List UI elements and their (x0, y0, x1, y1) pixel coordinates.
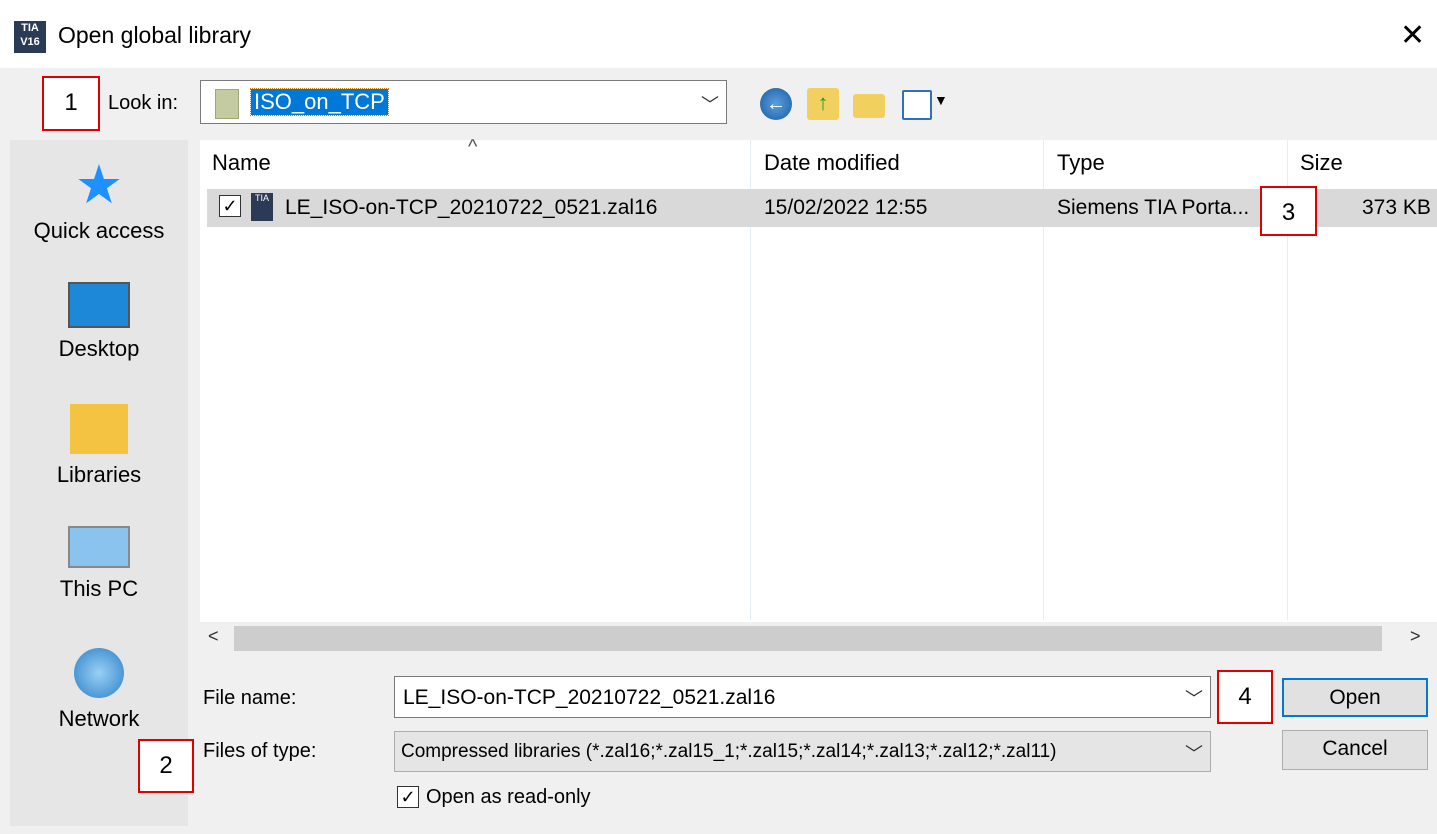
place-label: Network (58, 706, 140, 731)
files-of-type-label: Files of type: (203, 740, 317, 762)
computer-icon (68, 526, 130, 568)
column-header-type[interactable]: Type (1057, 150, 1105, 176)
libraries-icon (70, 404, 128, 454)
chevron-down-icon[interactable]: ﹀ (1185, 740, 1203, 766)
new-folder-icon[interactable] (853, 94, 885, 118)
place-this-pc[interactable]: This PC (10, 526, 188, 602)
desktop-icon (68, 282, 130, 328)
close-icon[interactable]: ✕ (1400, 18, 1425, 53)
file-name: LE_ISO-on-TCP_20210722_0521.zal16 (285, 196, 658, 219)
place-label: Desktop (58, 336, 140, 361)
file-name-value: LE_ISO-on-TCP_20210722_0521.zal16 (403, 686, 776, 709)
annotation-4: 4 (1217, 670, 1273, 724)
place-desktop[interactable]: Desktop (10, 282, 188, 362)
place-network[interactable]: Network (10, 648, 188, 732)
scroll-left-icon[interactable]: < (208, 626, 219, 647)
look-in-value: ISO_on_TCP (250, 88, 389, 116)
file-name-input[interactable]: LE_ISO-on-TCP_20210722_0521.zal16 ﹀ (394, 676, 1211, 718)
file-name-label: File name: (203, 687, 297, 709)
column-header-name[interactable]: Name (212, 150, 271, 176)
column-header-size[interactable]: Size (1300, 150, 1343, 176)
tia-portal-app-icon: TIA V16 (14, 21, 46, 53)
read-only-label: Open as read-only (426, 786, 591, 808)
files-of-type-dropdown[interactable]: Compressed libraries (*.zal16;*.zal15_1;… (394, 731, 1211, 772)
annotation-3: 3 (1260, 186, 1317, 236)
annotation-2: 2 (138, 739, 194, 793)
place-quick-access[interactable]: ★ Quick access (10, 155, 188, 244)
place-label: Libraries (56, 462, 142, 487)
look-in-label: Look in: (108, 92, 179, 114)
sort-ascending-icon: ^ (468, 136, 478, 158)
file-type-value: Compressed libraries (*.zal16;*.zal15_1;… (401, 741, 1057, 762)
place-label: This PC (59, 576, 139, 601)
column-header-date[interactable]: Date modified (764, 150, 900, 176)
file-size: 373 KB (1362, 196, 1431, 219)
scroll-right-icon[interactable]: > (1410, 626, 1421, 647)
file-row[interactable]: ✓ TIA LE_ISO-on-TCP_20210722_0521.zal16 … (207, 189, 1437, 227)
tia-library-file-icon: TIA (251, 193, 273, 221)
row-checkbox[interactable]: ✓ (219, 195, 241, 217)
look-in-dropdown[interactable]: ISO_on_TCP ﹀ (200, 80, 727, 124)
chevron-down-icon[interactable]: ﹀ (701, 91, 719, 117)
window-title: Open global library (58, 22, 252, 48)
open-button[interactable]: Open (1282, 678, 1428, 717)
view-dropdown-arrow-icon[interactable]: ▼ (934, 92, 948, 108)
file-date: 15/02/2022 12:55 (764, 196, 928, 219)
view-menu-icon[interactable] (902, 90, 932, 120)
horizontal-scrollbar[interactable]: < > (200, 622, 1437, 655)
place-libraries[interactable]: Libraries (10, 404, 188, 488)
star-icon: ★ (74, 155, 124, 215)
places-bar: ★ Quick access Desktop Libraries This PC … (10, 140, 188, 826)
scrollbar-thumb[interactable] (234, 626, 1382, 651)
file-type: Siemens TIA Porta... (1057, 196, 1250, 219)
place-label: Quick access (33, 218, 165, 243)
chevron-down-icon[interactable]: ﹀ (1185, 685, 1203, 711)
file-list[interactable]: ^ Name Date modified Type Size ✓ TIA LE_… (200, 136, 1437, 655)
annotation-1: 1 (42, 76, 100, 131)
folder-icon (215, 89, 239, 119)
read-only-checkbox[interactable]: ✓ (397, 786, 419, 808)
back-icon[interactable]: ← (760, 88, 792, 120)
up-folder-icon[interactable]: ↑ (807, 88, 839, 120)
cancel-button[interactable]: Cancel (1282, 730, 1428, 770)
network-icon (74, 648, 124, 698)
